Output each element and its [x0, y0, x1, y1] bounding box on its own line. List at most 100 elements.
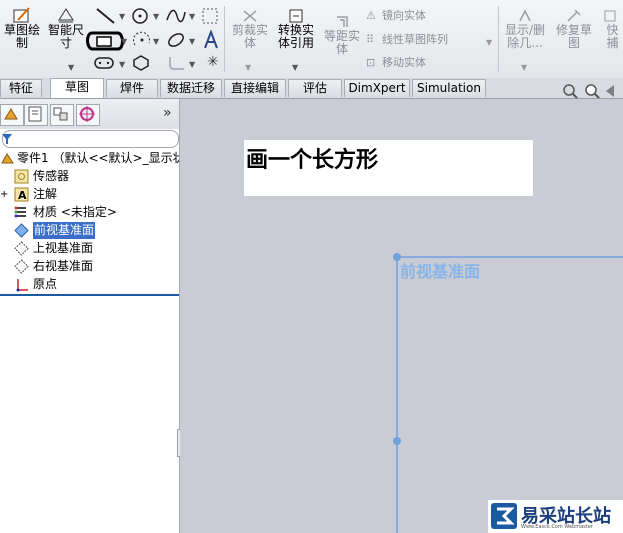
ribbon-separator [224, 6, 225, 72]
convert-icon [289, 9, 303, 23]
tree-item-label: 右视基准面 [33, 259, 94, 273]
command-ribbon: 草图绘 制 智能尺 寸 ▼ ▼ ▼ ▼ ▼ ▼ ▼ ▼ ▼ ✳ 剪裁实 体 ▼ … [0, 0, 623, 79]
convert-label: 转换实 体引用 [277, 23, 314, 50]
feature-tree-tab[interactable] [0, 104, 24, 126]
trim-dropdown[interactable]: ▼ [245, 63, 251, 72]
sketch-label: 草图绘 制 [3, 23, 40, 50]
part-icon [1, 153, 14, 164]
trim-button[interactable]: 剪裁实 体 [228, 8, 272, 50]
slot-dropdown[interactable]: ▼ [119, 60, 125, 69]
spline-icon[interactable] [165, 6, 187, 26]
dimxpert-icon [79, 106, 95, 122]
svg-text:A: A [18, 189, 27, 202]
show-delete-label: 显示/删 除几... [504, 23, 546, 50]
line-dropdown[interactable]: ▼ [119, 12, 125, 21]
tree-item-label: 上视基准面 [33, 241, 94, 255]
tree-item-label: 材质 <未指定> [33, 205, 117, 219]
feature-tree-icon [4, 108, 18, 120]
point-icon[interactable]: ✳ [207, 54, 219, 70]
polygon-icon[interactable] [132, 55, 150, 71]
smart-dimension-dropdown[interactable]: ▼ [68, 63, 74, 72]
offset-label: 等距实 体 [323, 29, 360, 56]
front-plane-outline[interactable] [380, 240, 623, 533]
trim-label: 剪裁实 体 [231, 23, 268, 50]
tree-item-label: 原点 [33, 277, 58, 291]
sketch-button[interactable]: 草图绘 制 [2, 6, 42, 50]
tab-data-migration[interactable]: 数据迁移 [160, 79, 222, 97]
text-icon[interactable] [202, 30, 220, 50]
linear-pattern-button[interactable]: ⠿ 线性草图阵列 [366, 33, 448, 46]
spline-dropdown[interactable]: ▼ [189, 12, 195, 21]
slot-icon[interactable] [94, 56, 114, 70]
tab-weldments[interactable]: 焊件 [106, 79, 158, 97]
offset-icon [337, 16, 348, 27]
tree-item-label: 注解 [33, 187, 58, 201]
pattern-dropdown[interactable]: ▼ [486, 38, 492, 47]
arc-dropdown[interactable]: ▼ [153, 37, 159, 46]
circle-icon[interactable] [130, 6, 150, 26]
mirror-icon: ⚠ [366, 9, 376, 22]
configuration-icon [53, 107, 68, 121]
plane-icon [14, 259, 29, 274]
property-manager-tab[interactable] [24, 104, 48, 126]
expand-panel-icon[interactable]: » [163, 105, 172, 121]
convert-entities-button[interactable]: 转换实 体引用 [274, 8, 318, 50]
show-relations-dropdown[interactable]: ▼ [521, 63, 527, 72]
feature-manager-panel: » 零件1 （默认<<默认>_显示状态 传感器 + A 注解 材质 <未指定> … [0, 99, 185, 533]
command-manager-tabs: 特征 草图 焊件 数据迁移 直接编辑 评估 DimXpert Simulatio… [0, 78, 623, 99]
filter-icon [2, 134, 12, 144]
mirror-label: 镜向实体 [382, 9, 426, 22]
tab-dimxpert[interactable]: DimXpert [344, 79, 410, 97]
fillet-dropdown[interactable]: ▼ [189, 60, 195, 69]
tab-evaluate[interactable]: 评估 [288, 79, 342, 97]
tab-simulation[interactable]: Simulation [412, 79, 486, 97]
convert-dropdown[interactable]: ▼ [292, 63, 298, 72]
tab-sketch[interactable]: 草图 [50, 78, 104, 98]
previous-view-icon[interactable] [604, 83, 622, 99]
circle-dropdown[interactable]: ▼ [153, 12, 159, 21]
show-relations-icon [519, 9, 531, 22]
material-icon [14, 206, 26, 218]
zoom-fit-icon[interactable] [562, 83, 578, 99]
tab-features[interactable]: 特征 [0, 79, 42, 97]
tree-root-part[interactable]: 零件1 （默认<<默认>_显示状态 [0, 150, 179, 167]
plane-label: 前视基准面 [400, 262, 481, 281]
expand-annotations-icon[interactable]: + [0, 186, 8, 203]
mirror-entities-button[interactable]: ⚠ 镜向实体 [366, 9, 426, 22]
repair-sketch-button[interactable]: 修复草 图 [552, 8, 596, 50]
watermark-subtitle: Www.Easck.Com Webmaster [521, 524, 593, 530]
smart-dimension-button[interactable]: 智能尺 寸 [44, 6, 88, 50]
tab-direct-editing[interactable]: 直接编辑 [224, 79, 286, 97]
grid-icon[interactable] [202, 8, 218, 24]
ellipse-icon[interactable] [166, 30, 186, 50]
tree-root-label: 零件1 （默认<<默认>_显示状态 [17, 151, 179, 165]
dimxpert-tab[interactable] [76, 104, 100, 126]
offset-entities-button[interactable]: 等距实 体 [320, 14, 364, 56]
configuration-tab[interactable] [50, 104, 74, 126]
instruction-note: 画一个长方形 [244, 140, 533, 196]
tree-rollback-bar[interactable] [0, 294, 179, 296]
arc-icon[interactable] [132, 30, 152, 50]
plane-icon [14, 241, 29, 256]
rectangle-dropdown[interactable]: ▼ [121, 37, 127, 46]
panel-tabs: » [0, 99, 179, 129]
plane-icon [14, 223, 29, 238]
tree-item-label: 前视基准面 [33, 222, 96, 239]
move-entities-button[interactable]: ⊡ 移动实体 [366, 56, 426, 69]
origin-icon [16, 279, 28, 292]
quick-snaps-button[interactable]: 快 捕 [602, 8, 623, 50]
fillet-icon [169, 57, 184, 70]
repair-label: 修复草 图 [555, 23, 592, 50]
instruction-text: 画一个长方形 [246, 148, 379, 173]
zoom-area-icon[interactable] [584, 83, 600, 99]
sensor-icon [14, 169, 29, 184]
smart-dimension-label: 智能尺 寸 [47, 23, 84, 50]
line-icon[interactable] [94, 6, 118, 26]
ribbon-separator [498, 6, 499, 72]
rectangle-icon[interactable] [84, 28, 126, 54]
watermark-logo: 易采站长站 Www.Easck.Com Webmaster [488, 500, 623, 533]
ellipse-dropdown[interactable]: ▼ [189, 37, 195, 46]
show-delete-relations-button[interactable]: 显示/删 除几... [502, 8, 548, 50]
trim-icon [243, 10, 257, 22]
tree-filter[interactable] [2, 130, 179, 148]
